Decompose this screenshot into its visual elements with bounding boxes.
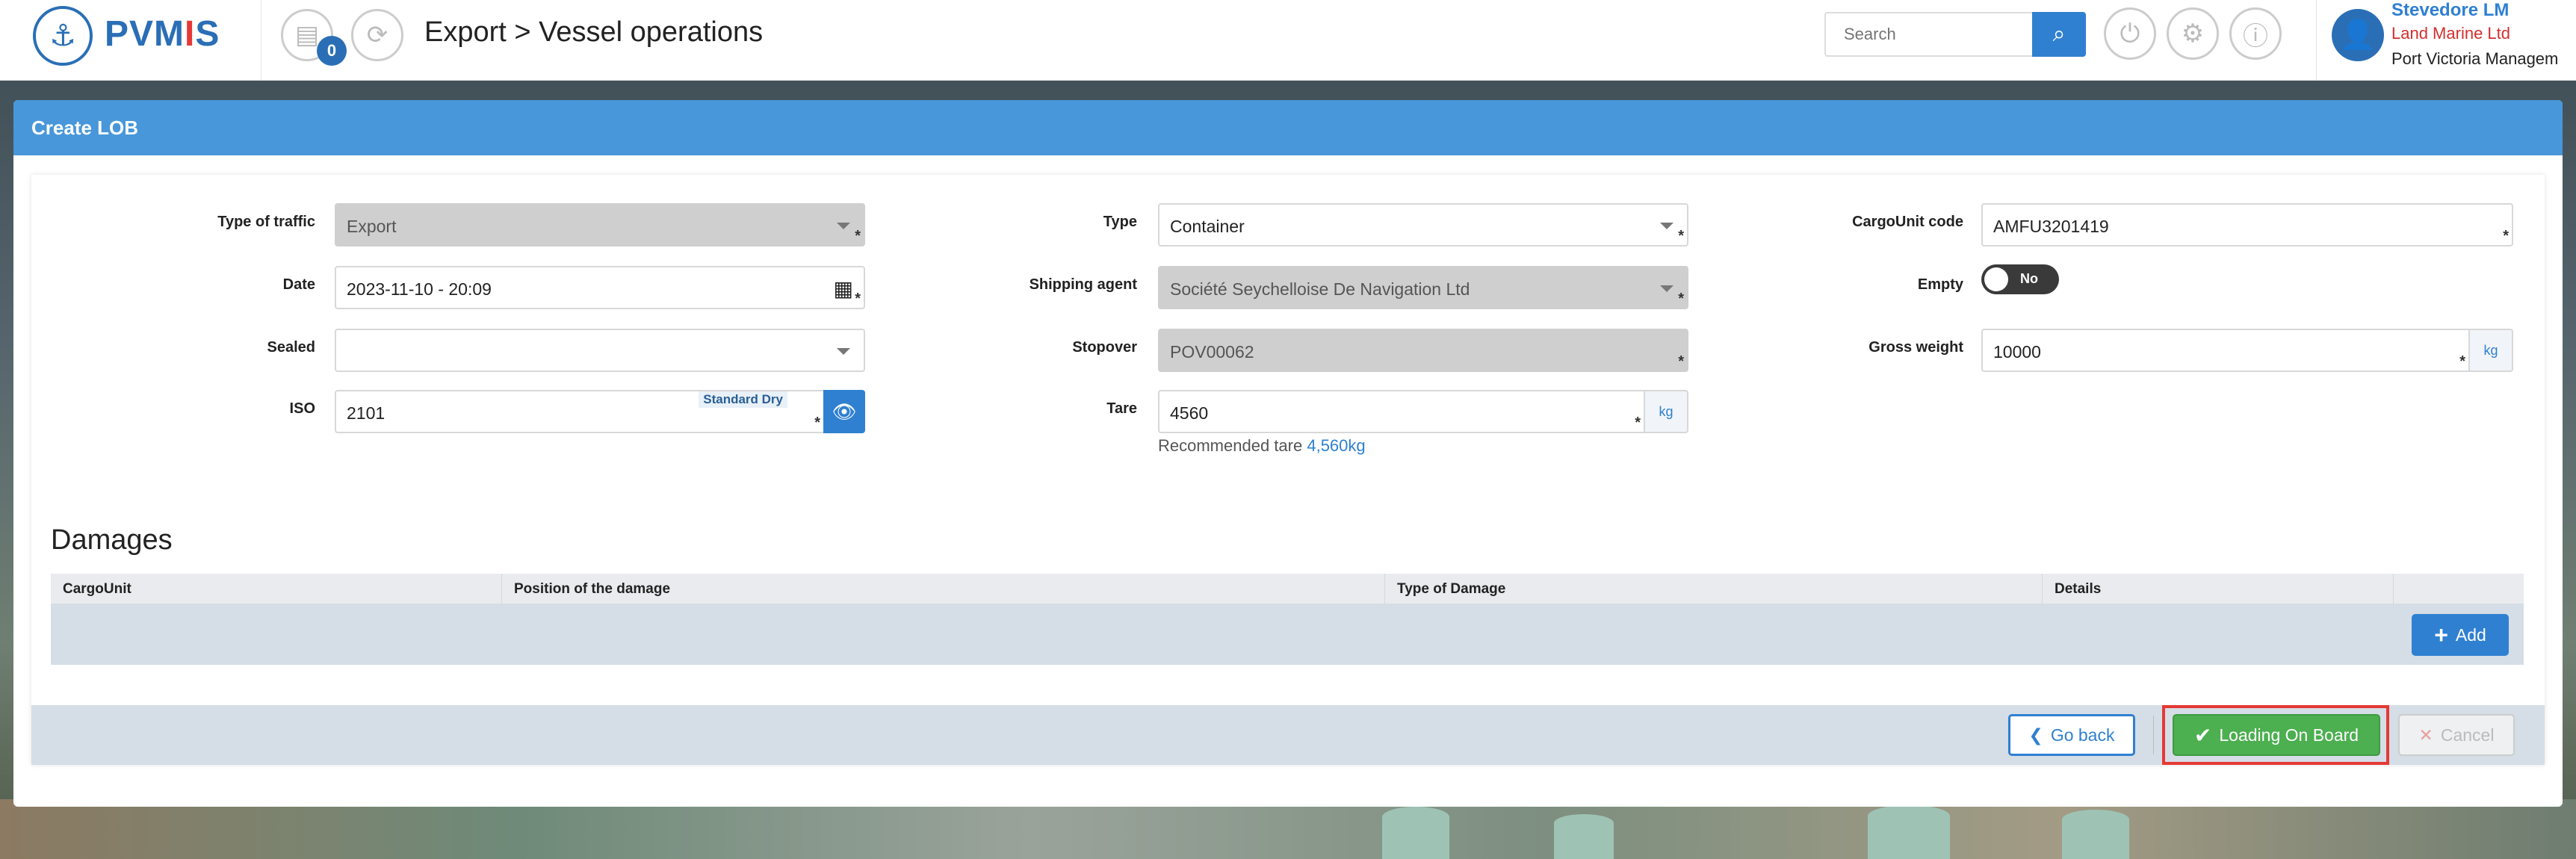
date-input[interactable]: 2023-11-10 - 20:09 ▦ * [335, 266, 865, 309]
cancel-button[interactable]: ✕ Cancel [2398, 714, 2515, 756]
column-header-cargo-unit: CargoUnit [51, 574, 502, 604]
cargo-unit-code-value: AMFU3201419 [1993, 217, 2109, 236]
cargo-unit-code-label: CargoUnit code [1852, 214, 1963, 230]
recommended-tare: Recommended tare 4,560kg [1158, 436, 1366, 456]
tare-label: Tare [1106, 400, 1137, 417]
required-mark: * [1678, 291, 1684, 307]
cancel-label: Cancel [2440, 725, 2495, 745]
gross-weight-label: Gross weight [1868, 339, 1963, 356]
shipping-agent-value: Société Seychelloise De Navigation Ltd [1170, 279, 1470, 299]
add-damage-label: Add [2455, 624, 2486, 645]
type-of-traffic-select[interactable]: Export * [335, 203, 865, 246]
shipping-agent-label: Shipping agent [1029, 276, 1137, 293]
close-icon: ✕ [2418, 725, 2433, 745]
column-header-details: Details [2043, 574, 2394, 604]
empty-toggle[interactable]: No [1981, 264, 2059, 294]
logo-text: PVMIS [105, 14, 220, 54]
anchor-logo-icon: ⚓ [33, 6, 93, 66]
required-mark: * [1635, 415, 1641, 431]
loading-on-board-label: Loading On Board [2219, 725, 2359, 745]
required-mark: * [1678, 353, 1684, 370]
shipping-agent-select[interactable]: Société Seychelloise De Navigation Ltd * [1158, 266, 1688, 309]
chevron-down-icon [1660, 285, 1674, 292]
type-label: Type [1103, 214, 1137, 230]
iso-value: 2101 [347, 403, 386, 423]
logo[interactable]: ⚓ PVMIS [0, 0, 261, 81]
gross-weight-input[interactable]: 10000 * [1981, 329, 2470, 372]
background-port-image [0, 799, 2576, 859]
sealed-select[interactable] [335, 329, 865, 372]
recommended-tare-value[interactable]: 4,560kg [1307, 436, 1365, 455]
calendar-icon[interactable]: ▦ [834, 276, 853, 301]
iso-input[interactable]: 2101 Standard Dry * [335, 390, 825, 433]
empty-label: Empty [1917, 276, 1963, 293]
iso-label: ISO [289, 400, 315, 417]
top-bar: ⚓ PVMIS ▤ 0 ⟳ Export > Vessel operations… [0, 0, 2576, 81]
footer-divider [2153, 716, 2154, 754]
stopover-value: POV00062 [1170, 342, 1254, 362]
create-lob-panel: Create LOB Type of traffic Export * Date… [13, 100, 2563, 807]
gross-weight-unit: kg [2470, 329, 2513, 372]
power-icon[interactable]: ⏻ [2104, 7, 2156, 60]
cargo-unit-code-input[interactable]: AMFU3201419 * [1981, 203, 2513, 246]
stopover-input[interactable]: POV00062 * [1158, 329, 1688, 372]
settings-icon[interactable]: ⚙ [2167, 7, 2219, 60]
user-organization: Port Victoria Managem [2391, 49, 2559, 68]
go-back-label: Go back [2050, 725, 2115, 745]
notification-badge: 0 [317, 36, 347, 66]
damages-table-body: + Add [51, 604, 2524, 665]
tare-value: 4560 [1170, 403, 1209, 423]
type-of-traffic-label: Type of traffic [217, 214, 315, 230]
date-label: Date [282, 276, 315, 293]
user-company: Land Marine Ltd [2391, 24, 2510, 43]
recommended-tare-label: Recommended tare [1158, 436, 1303, 455]
form-card: Type of traffic Export * Date 2023-11-10… [31, 175, 2545, 765]
user-name: Stevedore LM [2391, 0, 2510, 20]
column-header-actions [2394, 574, 2524, 604]
page-title: Export > Vessel operations [424, 16, 764, 48]
damages-title: Damages [51, 524, 173, 556]
eye-icon: 👁 [832, 400, 857, 423]
toggle-knob [1984, 267, 2008, 291]
panel-title: Create LOB [13, 100, 2563, 155]
required-mark: * [814, 415, 820, 431]
refresh-icon[interactable]: ⟳ [351, 9, 403, 61]
chevron-down-icon [837, 223, 850, 229]
column-header-position: Position of the damage [502, 574, 1385, 604]
damages-table-header: CargoUnit Position of the damage Type of… [51, 574, 2524, 604]
plus-icon: + [2434, 621, 2448, 648]
avatar-icon: 👤 [2332, 9, 2384, 61]
required-mark: * [855, 291, 861, 307]
tare-input[interactable]: 4560 * [1158, 390, 1645, 433]
type-value: Container [1170, 217, 1245, 236]
user-menu[interactable]: 👤 Stevedore LM Land Marine Ltd Port Vict… [2316, 0, 2576, 81]
required-mark: * [1678, 228, 1684, 244]
column-header-type-of-damage: Type of Damage [1385, 574, 2043, 604]
stopover-label: Stopover [1072, 339, 1137, 356]
loading-on-board-button[interactable]: ✔ Loading On Board [2173, 714, 2380, 756]
gross-weight-value: 10000 [1993, 342, 2041, 362]
required-mark: * [2503, 228, 2509, 244]
add-damage-button[interactable]: + Add [2412, 614, 2509, 656]
search-input[interactable] [1824, 12, 2034, 57]
sealed-label: Sealed [267, 339, 315, 356]
iso-type-tag: Standard Dry [699, 391, 787, 408]
chevron-down-icon [837, 348, 850, 355]
iso-lookup-button[interactable]: 👁 [823, 390, 865, 433]
form-footer: ❮ Go back ✔ Loading On Board ✕ Cancel [31, 705, 2545, 765]
toggle-state: No [2020, 271, 2038, 286]
chevron-down-icon [1660, 223, 1674, 229]
search-icon: ⌕ [2052, 22, 2066, 46]
search-button[interactable]: ⌕ [2032, 12, 2086, 57]
required-mark: * [855, 228, 861, 244]
tare-unit: kg [1645, 390, 1688, 433]
info-icon[interactable]: ⓘ [2229, 7, 2282, 60]
go-back-button[interactable]: ❮ Go back [2008, 714, 2135, 756]
required-mark: * [2459, 353, 2465, 370]
chevron-left-icon: ❮ [2028, 725, 2043, 745]
date-value: 2023-11-10 - 20:09 [347, 279, 492, 299]
type-select[interactable]: Container * [1158, 203, 1688, 246]
type-of-traffic-value: Export [347, 217, 397, 236]
check-icon: ✔ [2193, 723, 2212, 747]
